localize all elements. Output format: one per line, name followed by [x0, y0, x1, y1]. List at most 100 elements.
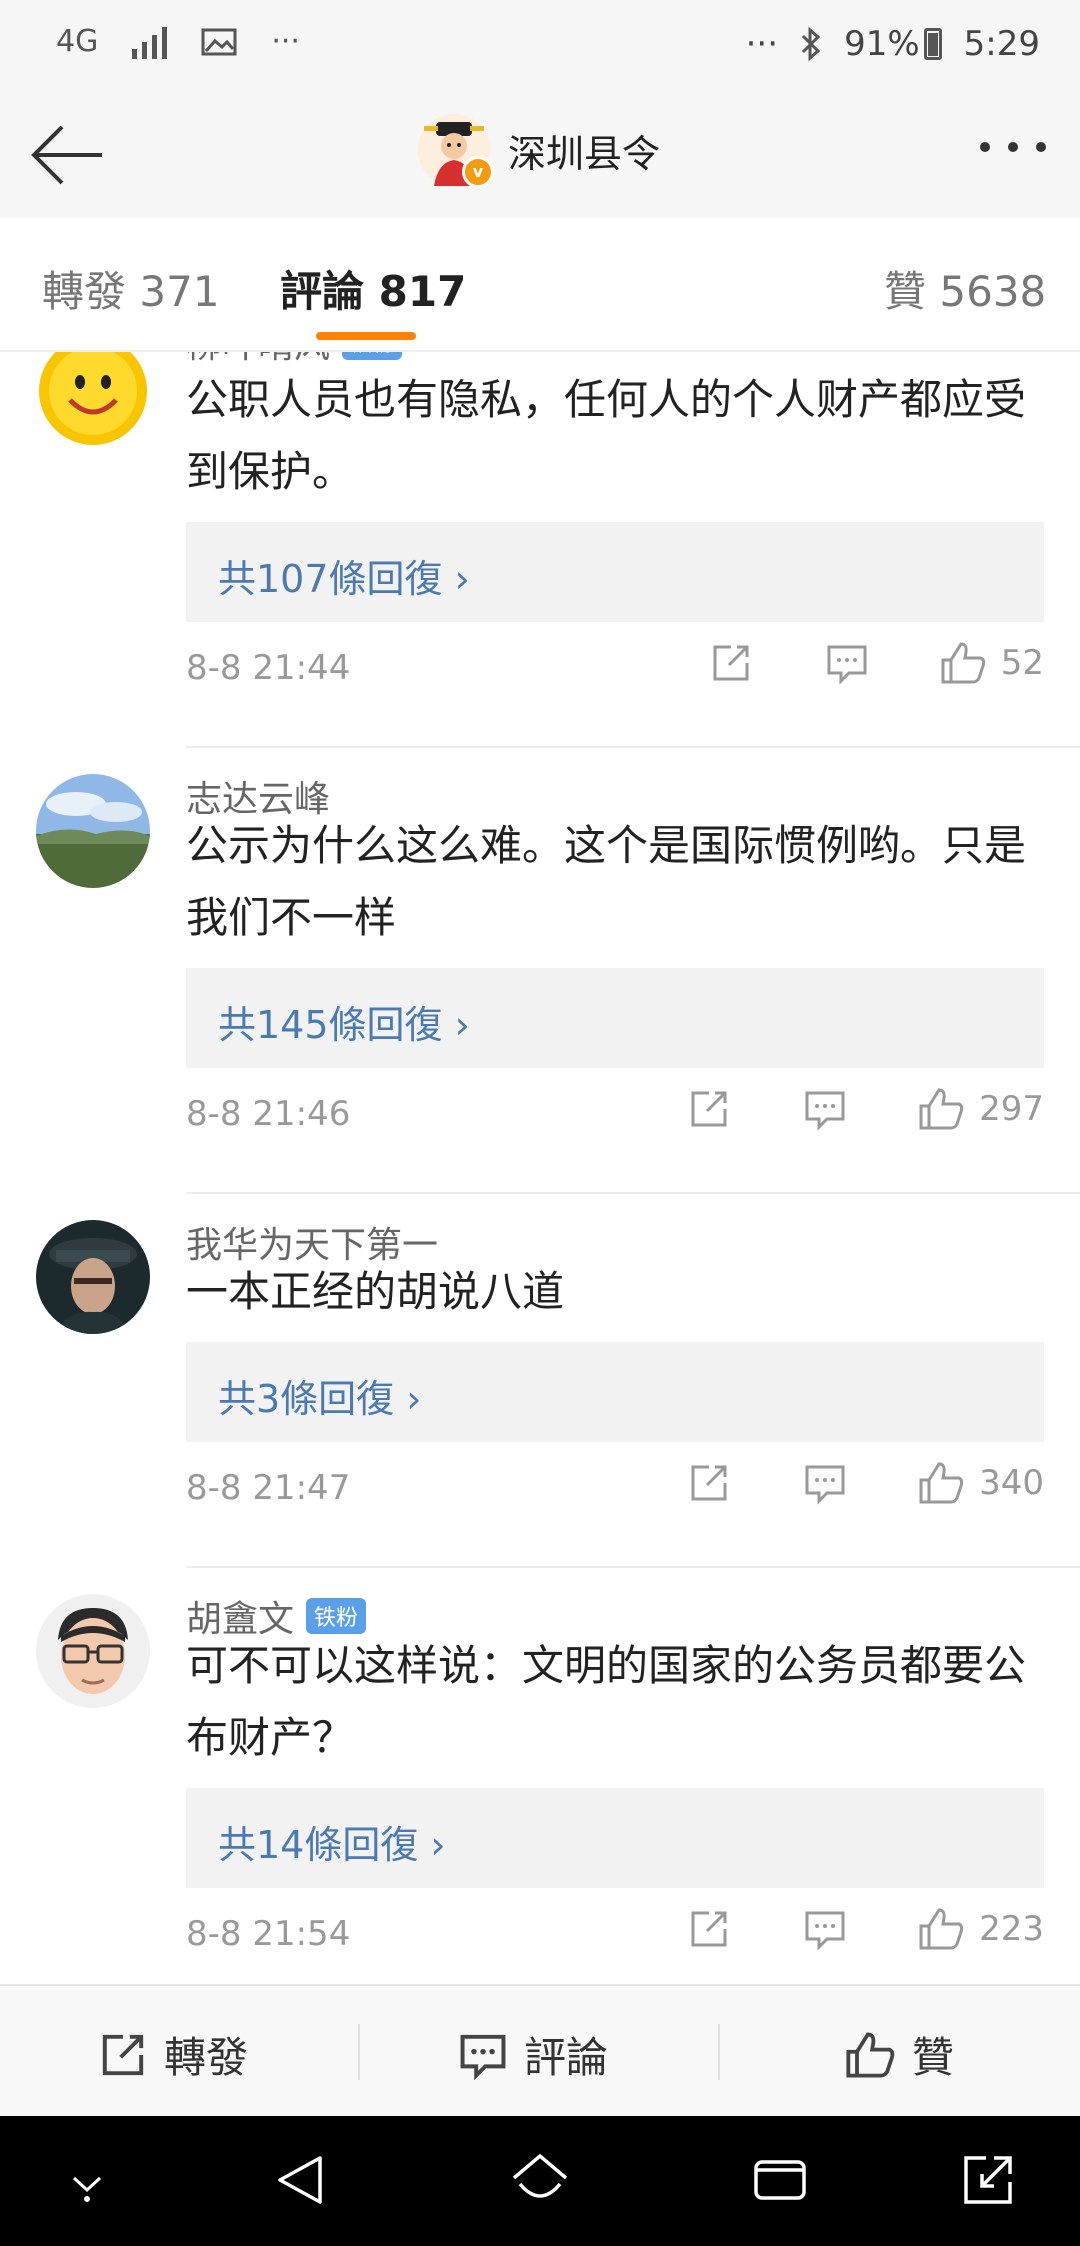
like-button[interactable]: 223 — [917, 1906, 1044, 1952]
verified-badge-icon: v — [462, 156, 494, 188]
comment-icon — [460, 2034, 506, 2080]
comment-text: 公示为什么这么难。这个是国际惯例哟。只是我们不一样 — [186, 821, 1027, 942]
share-icon[interactable] — [687, 1907, 731, 1951]
replies-link[interactable]: 共107條回復 › — [186, 522, 1044, 622]
comment-avatar[interactable] — [36, 1594, 150, 1708]
like-button[interactable]: 297 — [917, 1086, 1044, 1132]
battery-percent: 91% — [844, 24, 920, 64]
reply-icon[interactable] — [825, 641, 869, 685]
bottom-action-bar: 轉發 評論 贊 — [0, 1984, 1080, 2118]
replies-link-text: 共3條回復 › — [218, 1377, 422, 1421]
signal-icon — [132, 25, 168, 59]
gallery-icon — [201, 28, 237, 55]
thumbs-up-icon — [919, 1462, 964, 1504]
tab-likes-label: 贊 — [884, 267, 927, 316]
comment-timestamp: 8-8 21:54 — [186, 1914, 351, 1954]
like-count: 340 — [979, 1463, 1044, 1503]
tab-likes[interactable]: 贊 5638 — [884, 258, 1046, 319]
portrait-photo-icon — [36, 1220, 150, 1334]
reply-icon[interactable] — [803, 1461, 847, 1505]
comment-actions: 52 — [709, 640, 1044, 686]
like-button[interactable]: 52 — [939, 640, 1044, 686]
share-icon[interactable] — [709, 641, 753, 685]
author-info[interactable]: v 深圳县令 — [418, 114, 661, 188]
share-icon[interactable] — [687, 1087, 731, 1131]
page-title: 深圳县令 — [508, 131, 661, 176]
bottom-divider — [718, 2024, 720, 2080]
comment-text: 可不可以这样说：文明的国家的公务员都要公布财产？ — [186, 1641, 1027, 1762]
more-options-icon[interactable] — [980, 142, 1046, 152]
battery-icon — [923, 28, 942, 60]
replies-link-text: 共107條回復 › — [218, 557, 470, 601]
comment-text: 公职人员也有隐私，任何人的个人财产都应受到保护。 — [186, 375, 1027, 496]
tab-repost[interactable]: 轉發 371 — [42, 258, 220, 319]
top-app-bar: v 深圳县令 — [0, 92, 1080, 220]
tab-repost-label: 轉發 — [42, 267, 127, 316]
comment-avatar[interactable] — [36, 352, 150, 448]
fan-badge: 铁粉 — [306, 1598, 367, 1634]
like-count: 223 — [979, 1909, 1044, 1949]
replies-link[interactable]: 共14條回復 › — [186, 1788, 1044, 1888]
comment-divider — [186, 746, 1080, 748]
tab-comments-count: 817 — [378, 267, 467, 316]
nav-back-icon[interactable] — [272, 2152, 328, 2208]
comment-divider — [186, 1566, 1080, 1568]
cartoon-face-icon — [36, 1594, 150, 1708]
tab-comments[interactable]: 評論 817 — [280, 258, 466, 319]
replies-link[interactable]: 共145條回復 › — [186, 968, 1044, 1068]
comment-text: 一本正经的胡说八道 — [186, 1267, 565, 1316]
like-post-button[interactable]: 贊 — [844, 2024, 954, 2085]
tab-likes-count: 5638 — [939, 267, 1047, 316]
hide-keyboard-icon[interactable] — [62, 2168, 112, 2204]
nav-recents-icon[interactable] — [752, 2152, 808, 2208]
smiley-sun-icon — [36, 352, 150, 448]
thumbs-up-icon — [846, 2032, 895, 2077]
repost-button[interactable]: 轉發 — [98, 2024, 248, 2085]
like-label: 贊 — [912, 2033, 955, 2082]
tab-repost-count: 371 — [139, 267, 220, 316]
nav-home-icon[interactable] — [510, 2152, 570, 2208]
status-bar: 4G ··· ··· 91% 5:29 — [0, 0, 1080, 92]
active-tab-indicator — [316, 332, 416, 340]
comment-timestamp: 8-8 21:46 — [186, 1094, 351, 1134]
status-overflow: ··· — [745, 24, 779, 64]
comment-actions: 297 — [687, 1086, 1044, 1132]
back-arrow-icon[interactable] — [28, 122, 108, 188]
like-button[interactable]: 340 — [917, 1460, 1044, 1506]
tab-bar: 轉發 371 評論 817 贊 5638 — [0, 218, 1080, 352]
reply-icon[interactable] — [803, 1087, 847, 1131]
comment-actions: 340 — [687, 1460, 1044, 1506]
author-avatar[interactable]: v — [418, 114, 494, 188]
thumbs-up-icon — [919, 1908, 964, 1950]
replies-link-text: 共14條回復 › — [218, 1823, 446, 1867]
thumbs-up-icon — [919, 1088, 964, 1130]
comment-list[interactable]: 柳叶晴风 铁粉 公职人员也有隐私，任何人的个人财产都应受到保护。 共107條回復… — [0, 352, 1080, 1984]
replies-link[interactable]: 共3條回復 › — [186, 1342, 1044, 1442]
replies-link-text: 共145條回復 › — [218, 1003, 470, 1047]
nav-expand-icon[interactable] — [960, 2152, 1016, 2208]
bottom-divider — [358, 2024, 360, 2080]
comment-avatar[interactable] — [36, 774, 150, 888]
comment-avatar[interactable] — [36, 1220, 150, 1334]
landscape-photo-icon — [36, 774, 150, 888]
comment-timestamp: 8-8 21:47 — [186, 1468, 351, 1508]
system-navigation-bar — [0, 2116, 1080, 2246]
like-count: 52 — [1000, 643, 1044, 683]
bluetooth-icon — [802, 27, 821, 61]
reply-icon[interactable] — [803, 1907, 847, 1951]
thumbs-up-icon — [941, 642, 985, 684]
comment-actions: 223 — [687, 1906, 1044, 1952]
repost-label: 轉發 — [164, 2033, 249, 2082]
fan-badge: 铁粉 — [342, 352, 403, 360]
network-indicator: 4G — [56, 24, 99, 59]
like-count: 297 — [979, 1089, 1044, 1129]
tab-comments-label: 評論 — [280, 267, 365, 316]
comment-divider — [186, 1192, 1080, 1194]
clock: 5:29 — [963, 24, 1040, 64]
repost-icon — [102, 2034, 144, 2075]
notification-overflow: ··· — [271, 24, 300, 59]
comment-label: 評論 — [524, 2033, 609, 2082]
comment-timestamp: 8-8 21:44 — [186, 648, 351, 688]
comment-button[interactable]: 評論 — [458, 2024, 608, 2085]
share-icon[interactable] — [687, 1461, 731, 1505]
